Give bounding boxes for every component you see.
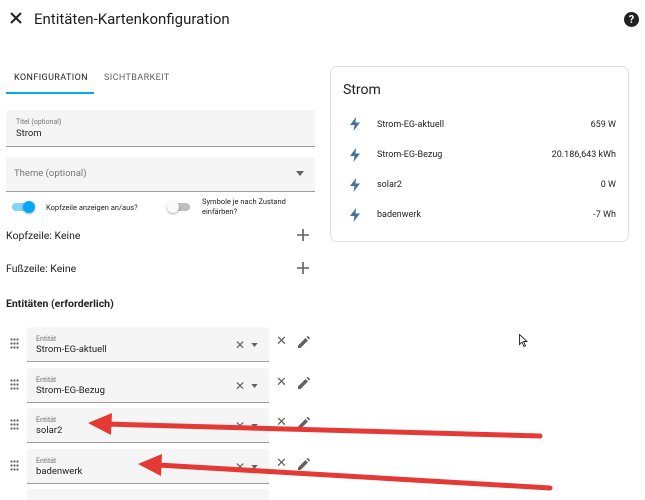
annotation-arrows bbox=[88, 413, 553, 491]
annotation-arrow-badenwerk bbox=[138, 454, 553, 491]
annotation-arrow-solar2 bbox=[88, 413, 543, 439]
